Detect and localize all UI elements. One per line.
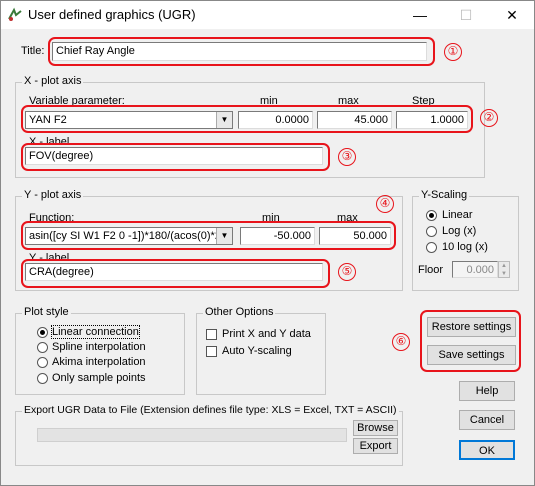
annotation-number-2: ② xyxy=(480,109,498,127)
annotation-number-4: ④ xyxy=(376,195,394,213)
annotation-box-5 xyxy=(21,259,330,288)
help-button[interactable]: Help xyxy=(459,381,515,401)
annotation-box-4 xyxy=(21,221,396,250)
annotation-box-1 xyxy=(48,37,435,66)
close-button[interactable]: ✕ xyxy=(497,5,527,25)
annotation-number-5: ⑤ xyxy=(338,263,356,281)
auto-y-checkbox[interactable] xyxy=(206,346,217,357)
print-xy-label: Print X and Y data xyxy=(222,328,311,340)
minimize-button[interactable]: — xyxy=(405,5,435,25)
plot-style-samples-radio[interactable] xyxy=(37,373,48,384)
floor-label: Floor xyxy=(418,264,444,276)
cancel-button[interactable]: Cancel xyxy=(459,410,515,430)
annotation-number-3: ③ xyxy=(338,148,356,166)
y-plot-axis-title: Y - plot axis xyxy=(22,189,84,201)
y-scaling-log-radio[interactable] xyxy=(426,226,437,237)
export-group-title: Export UGR Data to File (Extension defin… xyxy=(22,404,399,416)
floor-input[interactable]: 0.000 xyxy=(452,261,498,278)
y-scaling-10log-radio[interactable] xyxy=(426,242,437,253)
plot-style-linear-radio[interactable] xyxy=(37,327,48,338)
plot-style-samples-label: Only sample points xyxy=(52,372,146,384)
plot-style-spline-radio[interactable] xyxy=(37,342,48,353)
plot-style-spline-label: Spline interpolation xyxy=(52,341,146,353)
plot-style-linear-label: Linear connection xyxy=(51,325,140,339)
y-scaling-linear-label: Linear xyxy=(442,209,473,221)
plot-style-akima-radio[interactable] xyxy=(37,357,48,368)
auto-y-label: Auto Y-scaling xyxy=(222,345,292,357)
floor-spinner[interactable]: ▲ ▼ xyxy=(498,261,510,278)
annotation-box-3 xyxy=(21,143,330,171)
export-button[interactable]: Export xyxy=(353,438,398,454)
x-plot-axis-title: X - plot axis xyxy=(22,75,84,87)
y-scaling-10log-label: 10 log (x) xyxy=(442,241,488,253)
browse-button[interactable]: Browse xyxy=(353,420,398,436)
annotation-box-2 xyxy=(21,105,473,133)
title-label: Title: xyxy=(21,45,45,57)
export-path-input[interactable] xyxy=(37,428,347,442)
annotation-number-6: ⑥ xyxy=(392,333,410,351)
ugr-dialog: User defined graphics (UGR) — ☐ ✕ Title:… xyxy=(0,0,535,486)
y-scaling-title: Y-Scaling xyxy=(419,189,470,201)
y-scaling-linear-radio[interactable] xyxy=(426,210,437,221)
maximize-button[interactable]: ☐ xyxy=(451,5,481,25)
app-icon xyxy=(8,7,22,21)
plot-style-title: Plot style xyxy=(22,306,71,318)
plot-style-akima-label: Akima interpolation xyxy=(52,356,146,368)
window-title: User defined graphics (UGR) xyxy=(28,7,196,22)
annotation-box-6 xyxy=(420,310,521,372)
ok-button[interactable]: OK xyxy=(459,440,515,460)
title-bar: User defined graphics (UGR) — ☐ ✕ xyxy=(1,1,534,29)
print-xy-checkbox[interactable] xyxy=(206,329,217,340)
annotation-number-1: ① xyxy=(444,43,462,61)
other-options-title: Other Options xyxy=(203,306,276,318)
y-scaling-log-label: Log (x) xyxy=(442,225,477,237)
